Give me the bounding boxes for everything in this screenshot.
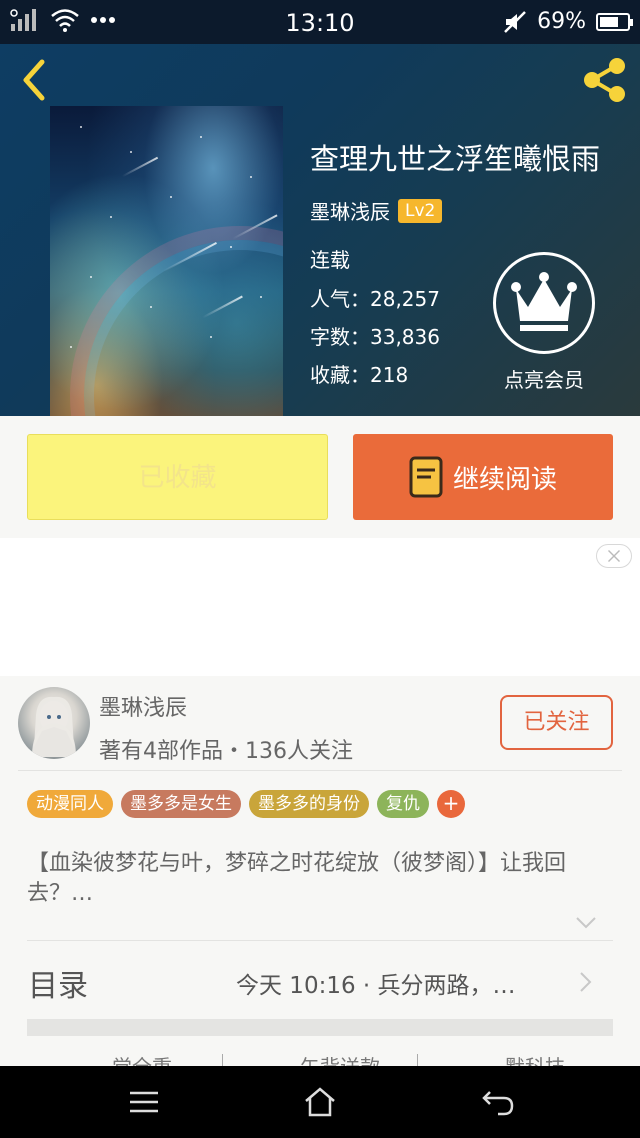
word-count-label: 字数： xyxy=(310,325,370,349)
tag-chip[interactable]: 复仇 xyxy=(377,790,429,818)
latest-chapter: 今天 10:16 · 兵分两路，… xyxy=(236,973,516,999)
follow-button[interactable]: 已关注 xyxy=(500,695,613,750)
back-icon[interactable] xyxy=(18,58,52,102)
author-level-badge: Lv2 xyxy=(398,198,443,223)
status-bar: 13:10 69% xyxy=(0,0,640,44)
popularity-value: 28,257 xyxy=(370,287,440,311)
continue-reading-button[interactable]: 继续阅读 xyxy=(353,434,613,520)
status-right: 69% xyxy=(503,9,633,34)
favorites-value: 218 xyxy=(370,363,409,387)
chevron-right-icon xyxy=(580,972,592,992)
book-icon xyxy=(409,456,443,498)
book-popularity: 人气：28,257 xyxy=(310,283,440,312)
tag-chip[interactable]: 动漫同人 xyxy=(27,790,113,818)
battery-icon xyxy=(596,12,633,31)
crown-icon xyxy=(511,272,577,331)
cover-rainbow xyxy=(70,226,283,416)
book-header: 查理九世之浮笙曦恨雨 墨琳浅辰 Lv2 连载 人气：28,257 字数：33,8… xyxy=(0,44,640,416)
home-icon[interactable] xyxy=(302,1084,338,1120)
avatar-portrait xyxy=(32,696,76,757)
word-count-value: 33,836 xyxy=(370,325,440,349)
section-separator xyxy=(27,1019,613,1036)
ad-area xyxy=(0,538,640,676)
book-author-name[interactable]: 墨琳浅辰 xyxy=(310,196,390,225)
favorited-button[interactable]: 已收藏 xyxy=(27,434,328,520)
book-word-count: 字数：33,836 xyxy=(310,321,440,350)
ad-close-icon[interactable] xyxy=(596,544,632,568)
continue-reading-label: 继续阅读 xyxy=(452,464,557,495)
battery-fill xyxy=(600,16,618,27)
author-card: 墨琳浅辰 著有4部作品・136人关注 已关注 动漫同人 墨多多是女生 墨多多的身… xyxy=(0,676,640,1068)
book-favorites: 收藏：218 xyxy=(310,359,408,388)
list-item[interactable]: 默科技 xyxy=(505,1048,595,1068)
author-name[interactable]: 墨琳浅辰 xyxy=(99,690,187,722)
list-item[interactable]: 午背送款 xyxy=(300,1048,410,1068)
add-tag-button[interactable]: + xyxy=(437,790,465,818)
vip-label[interactable]: 点亮会员 xyxy=(495,364,593,393)
action-bar: 已收藏 继续阅读 xyxy=(0,416,640,538)
avatar[interactable] xyxy=(18,687,90,759)
book-author-row[interactable]: 墨琳浅辰 Lv2 xyxy=(310,196,443,225)
list-item[interactable]: 觉全重 xyxy=(112,1048,202,1068)
menu-icon[interactable] xyxy=(126,1084,162,1120)
divider xyxy=(18,770,622,771)
book-title: 查理九世之浮笙曦恨雨 xyxy=(310,142,601,176)
tag-chip[interactable]: 墨多多是女生 xyxy=(121,790,241,818)
tag-chip[interactable]: 墨多多的身份 xyxy=(249,790,369,818)
share-icon[interactable] xyxy=(580,56,628,104)
chevron-down-icon[interactable] xyxy=(575,916,597,930)
book-cover-image[interactable] xyxy=(50,106,283,416)
system-nav-bar xyxy=(0,1066,640,1138)
battery-percent: 69% xyxy=(537,9,586,34)
book-description[interactable]: 【血染彼梦花与叶，梦碎之时花绽放（彼梦阁）】让我回去？… xyxy=(27,849,607,909)
toc-label: 目录 xyxy=(28,969,88,1004)
back-arrow-icon[interactable] xyxy=(480,1084,516,1120)
vip-crown-button[interactable] xyxy=(493,252,595,354)
mute-icon xyxy=(504,10,526,33)
tag-list: 动漫同人 墨多多是女生 墨多多的身份 复仇 + xyxy=(27,790,465,818)
book-status: 连载 xyxy=(310,248,350,272)
popularity-label: 人气： xyxy=(310,287,370,311)
table-of-contents-row[interactable]: 目录 今天 10:16 · 兵分两路，… xyxy=(0,941,640,1021)
favorites-label: 收藏： xyxy=(310,363,370,387)
author-info: 著有4部作品・136人关注 xyxy=(99,739,353,764)
